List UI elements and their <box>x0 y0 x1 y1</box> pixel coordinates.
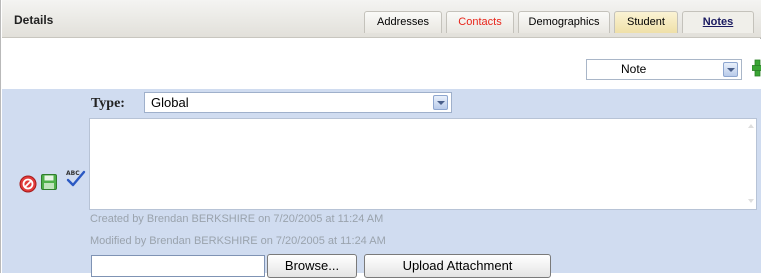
cancel-icon[interactable] <box>19 175 37 193</box>
type-select-value: Global <box>151 95 189 110</box>
notes-toolbar: Note <box>2 39 761 89</box>
spellcheck-icon[interactable]: ABC <box>64 167 86 189</box>
note-editor-panel: Type: Global ABC Created by Brendan BERK… <box>2 89 761 278</box>
type-label: Type: <box>91 96 125 111</box>
note-type-select[interactable]: Note <box>586 59 742 80</box>
details-header: Details Addresses Contacts Demographics … <box>2 0 761 38</box>
tab-student[interactable]: Student <box>614 11 678 33</box>
chevron-down-icon[interactable] <box>723 62 738 77</box>
scroll-up-arrow-icon[interactable] <box>748 122 754 128</box>
tab-addresses[interactable]: Addresses <box>364 11 442 33</box>
save-icon[interactable] <box>40 173 58 191</box>
page-title: Details <box>14 13 54 27</box>
tab-contacts[interactable]: Contacts <box>446 11 514 33</box>
svg-text:ABC: ABC <box>66 170 80 177</box>
modified-info: Modified by Brendan BERKSHIRE on 7/20/20… <box>90 235 386 247</box>
tab-demographics[interactable]: Demographics <box>518 11 610 33</box>
browse-button[interactable]: Browse... <box>267 254 357 278</box>
details-window: Details Addresses Contacts Demographics … <box>0 0 761 278</box>
type-select[interactable]: Global <box>144 92 452 113</box>
chevron-down-icon[interactable] <box>433 95 448 110</box>
note-body-textarea[interactable] <box>89 118 757 210</box>
attachment-file-input[interactable] <box>91 255 265 277</box>
tab-notes[interactable]: Notes <box>682 11 754 33</box>
upload-attachment-button[interactable]: Upload Attachment <box>364 254 551 278</box>
scroll-down-arrow-icon[interactable] <box>748 199 754 205</box>
plus-icon[interactable] <box>752 58 761 78</box>
created-info: Created by Brendan BERKSHIRE on 7/20/200… <box>90 213 384 225</box>
note-type-select-value: Note <box>621 62 647 76</box>
